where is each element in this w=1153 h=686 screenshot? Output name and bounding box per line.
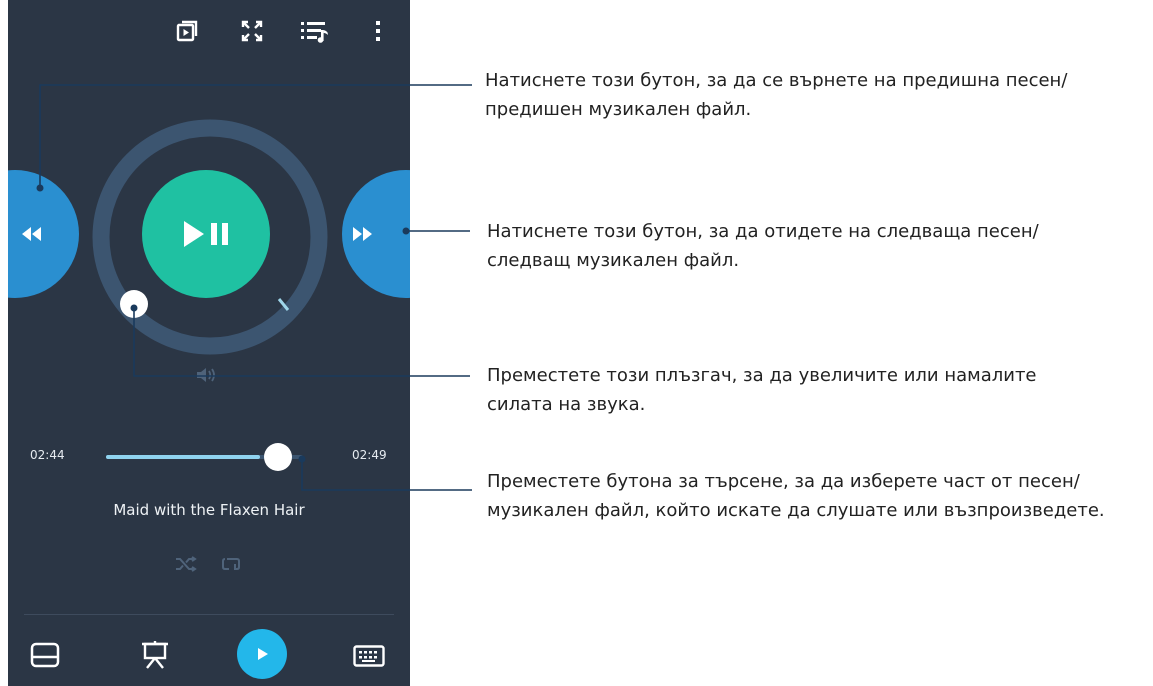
media-play-icon (258, 648, 268, 660)
callout-volume-slider: Преместете този плъзгач, за да увеличите… (487, 361, 1037, 419)
play-pause-icon (184, 221, 228, 247)
callout-line: предишен музикален файл. (485, 99, 752, 120)
keyboard-icon[interactable] (353, 645, 385, 667)
previous-track-button[interactable] (8, 170, 79, 298)
volume-slider-thumb[interactable] (120, 290, 148, 318)
callout-line: силата на звука. (487, 394, 646, 415)
repeat-icon[interactable] (221, 555, 241, 573)
callout-seek-bar: Преместете бутона за търсене, за да избе… (487, 467, 1105, 525)
fullscreen-icon[interactable] (237, 16, 267, 46)
callout-line: Преместете този плъзгач, за да увеличите… (487, 365, 1037, 386)
elapsed-time: 02:44 (30, 448, 65, 462)
callout-line: Преместете бутона за търсене, за да избе… (487, 471, 1080, 492)
playlist-icon[interactable] (300, 16, 330, 46)
callout-line: Натиснете този бутон, за да отидете на с… (487, 221, 1039, 242)
next-track-button[interactable] (342, 170, 410, 298)
cast-screen-icon[interactable] (172, 16, 202, 46)
rewind-icon (22, 227, 41, 241)
callout-line: следващ музикален файл. (487, 250, 740, 271)
seek-bar-thumb[interactable] (263, 443, 292, 471)
total-time: 02:49 (352, 448, 387, 462)
media-play-button[interactable] (237, 629, 287, 679)
callout-line: Натиснете този бутон, за да се върнете н… (485, 70, 1068, 91)
bottom-divider (24, 614, 394, 615)
song-title: Maid with the Flaxen Hair (113, 501, 305, 519)
callout-previous-track: Натиснете този бутон, за да се върнете н… (485, 66, 1067, 124)
seek-bar-fill (106, 455, 260, 459)
speaker-icon (197, 368, 215, 382)
play-pause-button[interactable] (142, 170, 270, 298)
presentation-icon[interactable] (140, 641, 170, 669)
more-options-icon[interactable] (363, 16, 393, 46)
phone-screen: 02:44 02:49 Maid with the Flaxen Hair (8, 0, 410, 686)
fast-forward-icon (353, 227, 372, 241)
shuffle-icon[interactable] (175, 556, 197, 572)
touchpad-icon[interactable] (30, 642, 60, 668)
callout-next-track: Натиснете този бутон, за да отидете на с… (487, 217, 1039, 275)
callout-line: музикален файл, който искате да слушате … (487, 500, 1105, 521)
